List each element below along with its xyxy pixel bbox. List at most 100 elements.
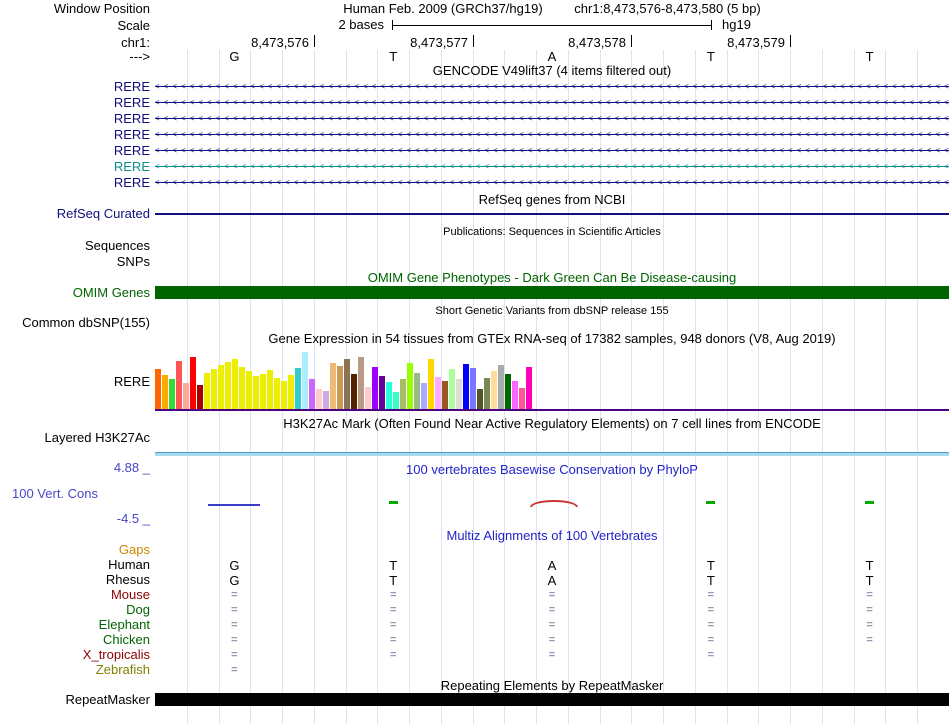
sidebar-omim-genes[interactable]: OMIM Genes (0, 286, 150, 300)
sidebar-gencode-gene[interactable]: RERE (0, 128, 150, 142)
refseq-track-line[interactable] (155, 213, 949, 215)
multiz-species-label[interactable]: X_tropicalis (0, 648, 150, 662)
gtex-expression-bar[interactable] (239, 367, 245, 409)
conservation-mark[interactable] (706, 501, 715, 504)
multiz-alignment-cell[interactable]: = (708, 633, 714, 648)
multiz-alignment-cell[interactable]: A (548, 558, 557, 573)
sidebar-gencode-gene[interactable]: RERE (0, 144, 150, 158)
gtex-expression-bar[interactable] (211, 369, 217, 409)
gtex-expression-bar[interactable] (267, 370, 273, 409)
multiz-alignment-cell[interactable]: = (549, 588, 555, 603)
gencode-gene-line[interactable]: <<<<<<<<<<<<<<<<<<<<<<<<<<<<<<<<<<<<<<<<… (155, 178, 949, 187)
gtex-expression-bar[interactable] (470, 368, 476, 409)
gtex-expression-bar[interactable] (484, 378, 490, 409)
sidebar-snps[interactable]: SNPs (0, 255, 150, 269)
multiz-alignment-cell[interactable]: = (231, 633, 237, 648)
gtex-expression-bar[interactable] (505, 374, 511, 409)
multiz-species-label[interactable]: Human (0, 558, 150, 572)
gtex-expression-bar[interactable] (435, 377, 441, 409)
gtex-expression-bar[interactable] (365, 387, 371, 409)
gtex-expression-bar[interactable] (477, 389, 483, 409)
multiz-alignment-cell[interactable]: T (707, 558, 715, 573)
gtex-expression-bar[interactable] (491, 371, 497, 409)
multiz-alignment-cell[interactable]: T (389, 573, 397, 588)
gtex-expression-bar[interactable] (274, 378, 280, 409)
multiz-species-label[interactable]: Chicken (0, 633, 150, 647)
sidebar-gencode-gene[interactable]: RERE (0, 160, 150, 174)
gtex-expression-bar[interactable] (218, 365, 224, 409)
multiz-alignment-cell[interactable]: = (549, 603, 555, 618)
sidebar-100-vert-cons[interactable]: 100 Vert. Cons (12, 487, 152, 501)
gencode-gene-line[interactable]: <<<<<<<<<<<<<<<<<<<<<<<<<<<<<<<<<<<<<<<<… (155, 146, 949, 155)
gtex-expression-bar[interactable] (421, 383, 427, 409)
gtex-expression-bar[interactable] (414, 373, 420, 409)
gtex-expression-bar[interactable] (204, 373, 210, 409)
gtex-expression-bar[interactable] (512, 381, 518, 409)
multiz-alignment-cell[interactable]: = (390, 648, 396, 663)
conservation-mark[interactable] (208, 504, 260, 506)
multiz-alignment-cell[interactable]: = (708, 588, 714, 603)
conservation-mark[interactable] (389, 501, 398, 504)
multiz-alignment-cell[interactable]: G (229, 573, 239, 588)
gtex-expression-bar[interactable] (498, 365, 504, 409)
multiz-alignment-cell[interactable]: = (390, 603, 396, 618)
gtex-expression-bar[interactable] (330, 363, 336, 409)
gtex-expression-bar[interactable] (456, 379, 462, 409)
multiz-species-label[interactable]: Elephant (0, 618, 150, 632)
multiz-alignment-cell[interactable]: T (389, 558, 397, 573)
gtex-expression-bar[interactable] (344, 359, 350, 409)
gtex-expression-bar[interactable] (358, 357, 364, 409)
gtex-expression-bar[interactable] (176, 361, 182, 409)
gtex-expression-bar[interactable] (316, 389, 322, 409)
sidebar-common-dbsnp[interactable]: Common dbSNP(155) (0, 316, 150, 330)
multiz-alignment-cell[interactable]: = (390, 633, 396, 648)
sidebar-layered-h3k27ac[interactable]: Layered H3K27Ac (0, 431, 150, 445)
multiz-alignment-cell[interactable]: T (866, 558, 874, 573)
gtex-expression-bar[interactable] (309, 379, 315, 409)
gtex-expression-bar[interactable] (281, 381, 287, 409)
sidebar-gencode-gene[interactable]: RERE (0, 80, 150, 94)
sidebar-sequences[interactable]: Sequences (0, 239, 150, 253)
sidebar-refseq-curated[interactable]: RefSeq Curated (0, 207, 150, 221)
multiz-alignment-cell[interactable]: = (708, 603, 714, 618)
gtex-expression-bar[interactable] (372, 367, 378, 409)
gencode-gene-line[interactable]: <<<<<<<<<<<<<<<<<<<<<<<<<<<<<<<<<<<<<<<<… (155, 114, 949, 123)
multiz-alignment-cell[interactable]: = (231, 663, 237, 678)
multiz-alignment-cell[interactable]: = (390, 618, 396, 633)
gencode-gene-line[interactable]: <<<<<<<<<<<<<<<<<<<<<<<<<<<<<<<<<<<<<<<<… (155, 98, 949, 107)
gtex-expression-bar[interactable] (407, 363, 413, 409)
multiz-alignment-cell[interactable]: = (231, 603, 237, 618)
h3k27ac-track-line[interactable] (155, 452, 949, 456)
sidebar-gencode-gene[interactable]: RERE (0, 96, 150, 110)
multiz-alignment-cell[interactable]: G (229, 558, 239, 573)
gencode-gene-line[interactable]: <<<<<<<<<<<<<<<<<<<<<<<<<<<<<<<<<<<<<<<<… (155, 82, 949, 91)
sidebar-repeatmasker[interactable]: RepeatMasker (0, 693, 150, 707)
gtex-expression-bar[interactable] (288, 375, 294, 409)
multiz-species-label[interactable]: Gaps (0, 543, 150, 557)
gtex-expression-bar[interactable] (260, 374, 266, 409)
gtex-expression-bar[interactable] (295, 368, 301, 409)
multiz-alignment-cell[interactable]: = (866, 633, 872, 648)
gtex-expression-bar[interactable] (183, 383, 189, 409)
multiz-alignment-cell[interactable]: = (390, 588, 396, 603)
gtex-expression-bar[interactable] (449, 369, 455, 409)
gtex-expression-bar[interactable] (155, 369, 161, 409)
gtex-expression-bar[interactable] (197, 385, 203, 409)
gtex-expression-bar[interactable] (519, 388, 525, 409)
gtex-expression-bar[interactable] (463, 364, 469, 409)
sidebar-gencode-gene[interactable]: RERE (0, 112, 150, 126)
gtex-expression-bar[interactable] (386, 382, 392, 409)
omim-track-bar[interactable] (155, 286, 949, 299)
gencode-gene-line[interactable]: <<<<<<<<<<<<<<<<<<<<<<<<<<<<<<<<<<<<<<<<… (155, 130, 949, 139)
sidebar-gencode-gene[interactable]: RERE (0, 176, 150, 190)
gtex-expression-bar[interactable] (302, 352, 308, 409)
multiz-alignment-cell[interactable]: A (548, 573, 557, 588)
multiz-alignment-cell[interactable]: = (549, 648, 555, 663)
multiz-alignment-cell[interactable]: = (866, 603, 872, 618)
multiz-species-label[interactable]: Zebrafish (0, 663, 150, 677)
gtex-expression-bar[interactable] (190, 357, 196, 409)
multiz-alignment-cell[interactable]: = (231, 618, 237, 633)
gtex-expression-bar[interactable] (232, 359, 238, 409)
gtex-expression-bar[interactable] (428, 359, 434, 409)
sidebar-gtex-gene[interactable]: RERE (0, 375, 150, 389)
